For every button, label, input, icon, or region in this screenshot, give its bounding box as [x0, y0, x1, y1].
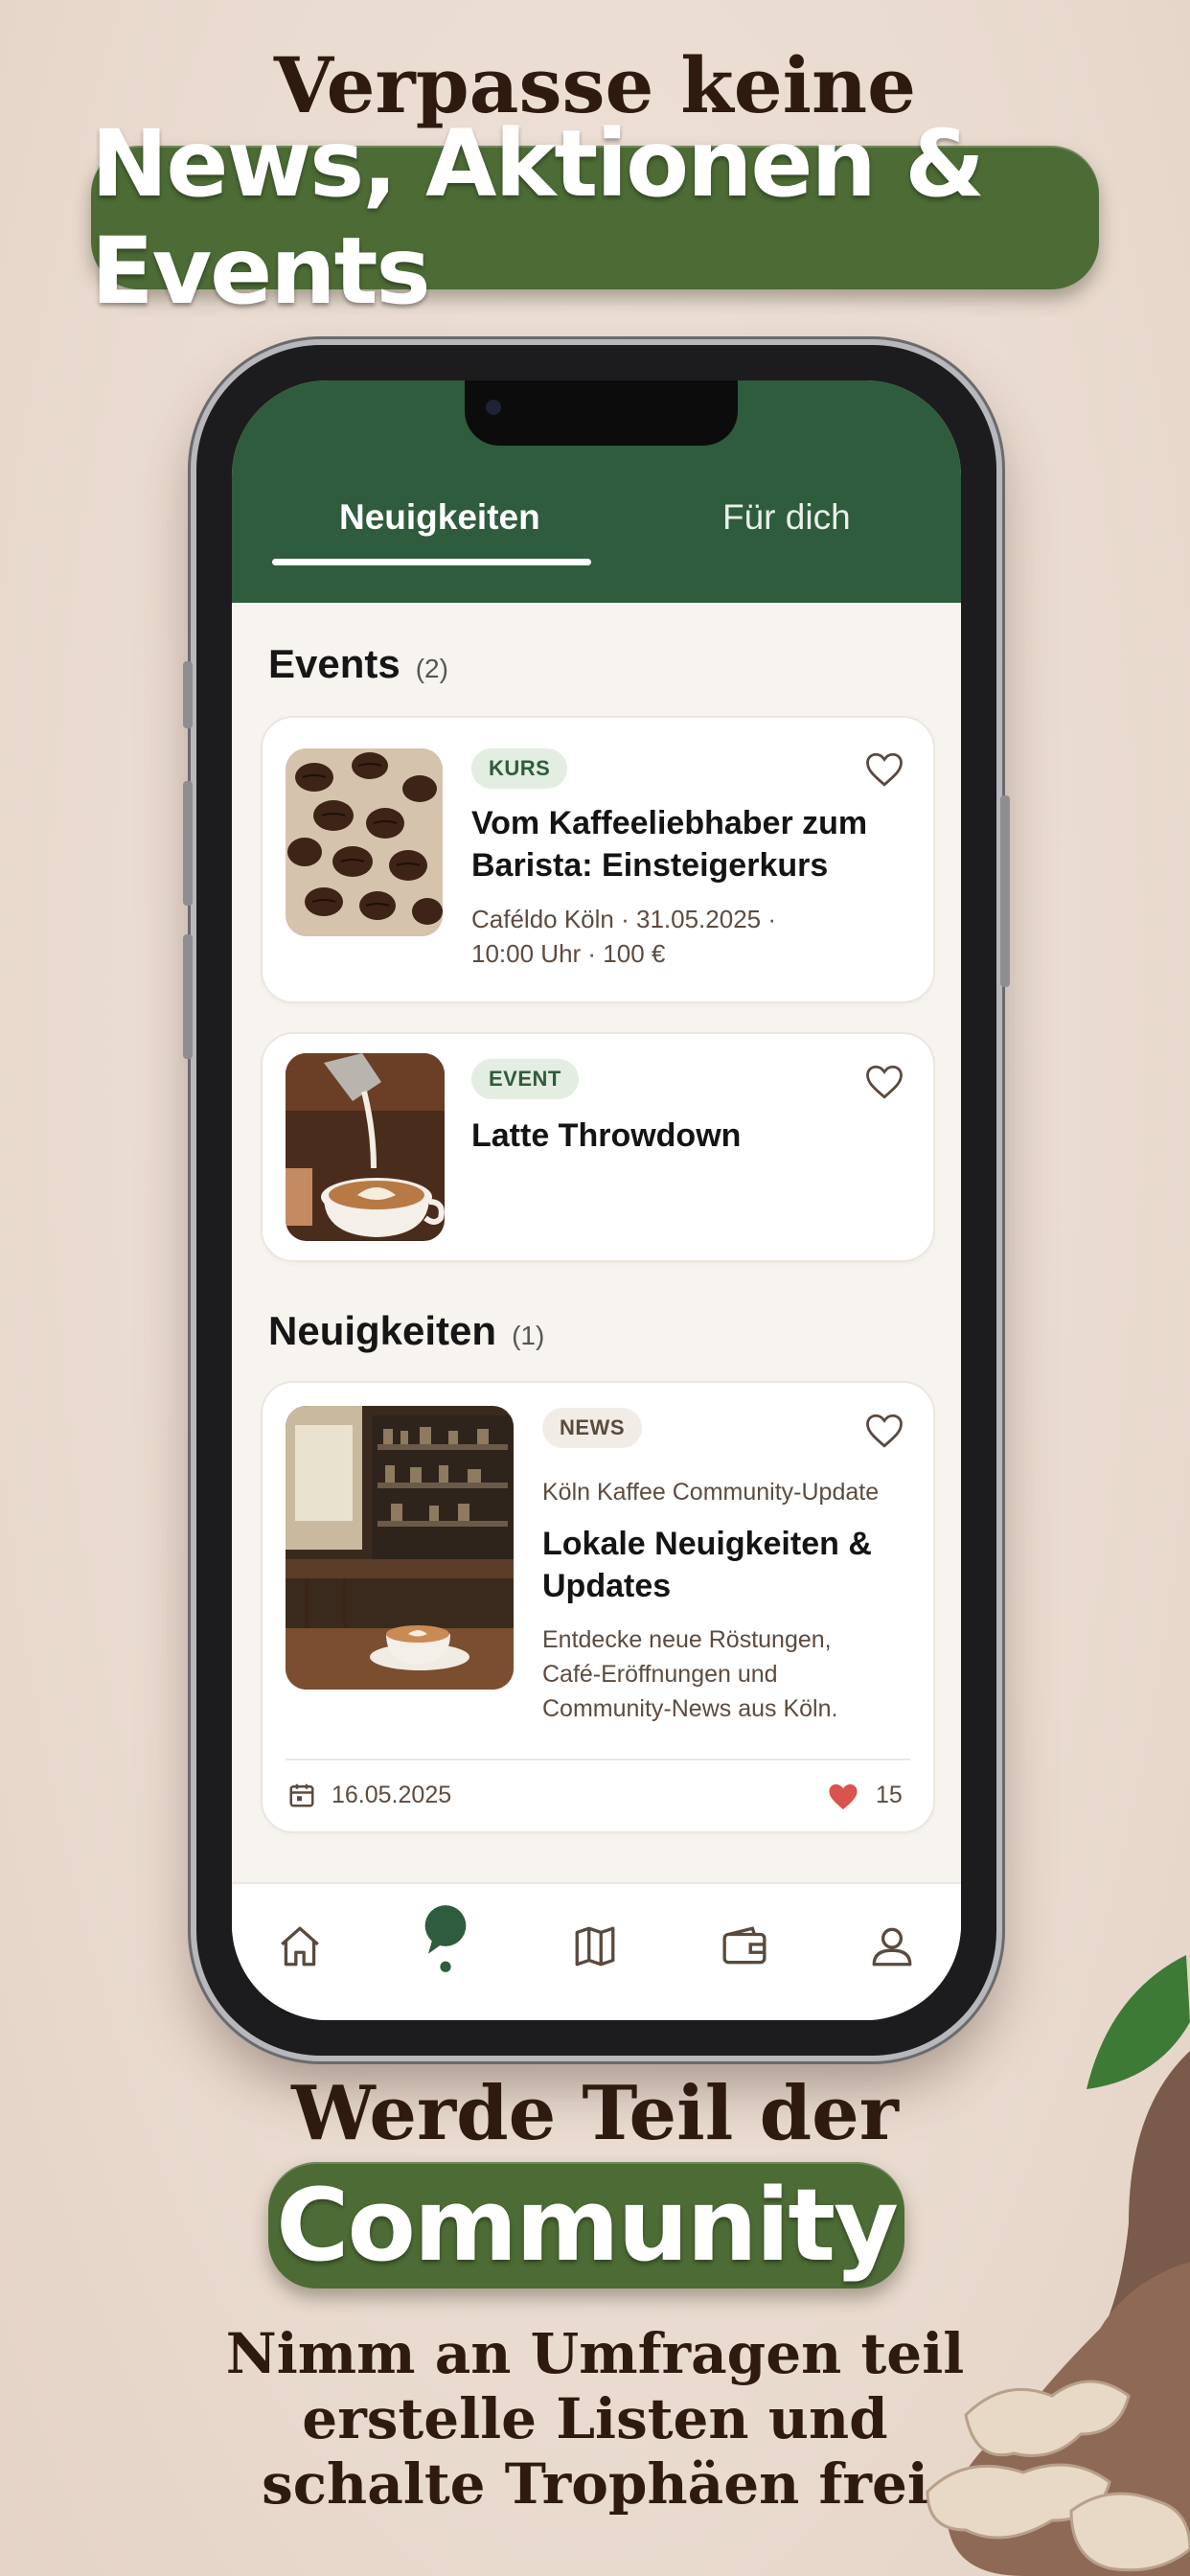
section-title-text: Events [268, 641, 400, 686]
event-title-line: Vom Kaffeeliebhaber zum [471, 805, 868, 841]
bottom-navigation [232, 1882, 961, 2020]
liked-heart-icon[interactable] [826, 1782, 860, 1812]
event-meta-line: Caféldo Köln · 31.05.2025 · [471, 905, 776, 933]
news-description-line: Entdecke neue Röstungen, [542, 1626, 832, 1653]
promo-subline: erstelle Listen und [302, 2386, 888, 2451]
event-title: Latte Throwdown [471, 1117, 742, 1154]
event-title-line: Barista: Einsteigerkurs [471, 847, 829, 884]
phone-mockup: Neuigkeiten Für dich Events (2) KURS Vom… [183, 345, 1010, 2056]
news-title: Lokale Neuigkeiten & Updates [542, 1523, 872, 1607]
news-source: Köln Kaffee Community-Update [542, 1479, 880, 1506]
section-title-text: Neuigkeiten [268, 1308, 497, 1353]
tab-fuer-dich[interactable]: Für dich [722, 497, 851, 538]
news-type-badge: NEWS [542, 1408, 642, 1448]
phone-side-button [183, 934, 193, 1059]
tab-neuigkeiten[interactable]: Neuigkeiten [339, 497, 540, 538]
favorite-heart-icon[interactable] [864, 1412, 904, 1450]
news-date: 16.05.2025 [332, 1782, 452, 1808]
promo-subline: schalte Trophäen frei [262, 2451, 928, 2517]
event-card[interactable]: EVENT Latte Throwdown [261, 1032, 935, 1262]
promo-pill-top: News, Aktionen & Events [91, 110, 1099, 325]
section-count: (1) [512, 1321, 545, 1350]
event-type-badge: EVENT [471, 1059, 579, 1099]
event-thumbnail-coffee-beans [286, 748, 443, 936]
active-tab-indicator [272, 559, 591, 565]
notch [465, 380, 738, 446]
favorite-heart-icon[interactable] [864, 1063, 904, 1101]
favorite-heart-icon[interactable] [864, 750, 904, 789]
home-icon[interactable] [276, 1922, 324, 1970]
event-meta: Caféldo Köln · 31.05.2025 · 10:00 Uhr · … [471, 902, 776, 971]
event-card[interactable]: KURS Vom Kaffeeliebhaber zum Barista: Ei… [261, 716, 935, 1003]
news-description: Entdecke neue Röstungen, Café-Eröffnunge… [542, 1622, 837, 1726]
event-title: Vom Kaffeeliebhaber zum Barista: Einstei… [471, 802, 867, 886]
news-like-count: 15 [876, 1782, 903, 1808]
events-section-title: Events (2) [268, 641, 448, 687]
news-card[interactable]: NEWS Köln Kaffee Community-Update Lokale… [261, 1381, 935, 1833]
chat-bubble-icon[interactable] [420, 1901, 471, 1976]
section-count: (2) [415, 654, 448, 683]
promo-headline-bottom: Werde Teil der [291, 2070, 899, 2157]
news-title-line: Updates [542, 1568, 672, 1604]
app-screen: Neuigkeiten Für dich Events (2) KURS Vom… [232, 380, 961, 2020]
event-meta-line: 10:00 Uhr · 100 € [471, 939, 666, 968]
phone-side-button [183, 661, 193, 728]
calendar-icon [289, 1783, 314, 1807]
promo-pill-bottom: Community [268, 2162, 904, 2288]
news-description-line: Café-Eröffnungen und [542, 1661, 778, 1688]
map-icon[interactable] [571, 1922, 619, 1970]
event-type-badge: KURS [471, 748, 568, 789]
camera-icon [486, 400, 501, 415]
news-title-line: Lokale Neuigkeiten & [542, 1526, 872, 1562]
phone-side-button [183, 781, 193, 906]
event-thumbnail-latte-art [286, 1053, 445, 1241]
news-card-divider [286, 1759, 910, 1760]
news-description-line: Community-News aus Köln. [542, 1695, 838, 1722]
phone-power-button [1000, 795, 1010, 987]
promo-subline: Nimm an Umfragen teil [225, 2321, 965, 2386]
news-section-title: Neuigkeiten (1) [268, 1308, 544, 1354]
news-thumbnail-cafe-interior [286, 1406, 514, 1690]
wallet-icon[interactable] [721, 1922, 768, 1970]
